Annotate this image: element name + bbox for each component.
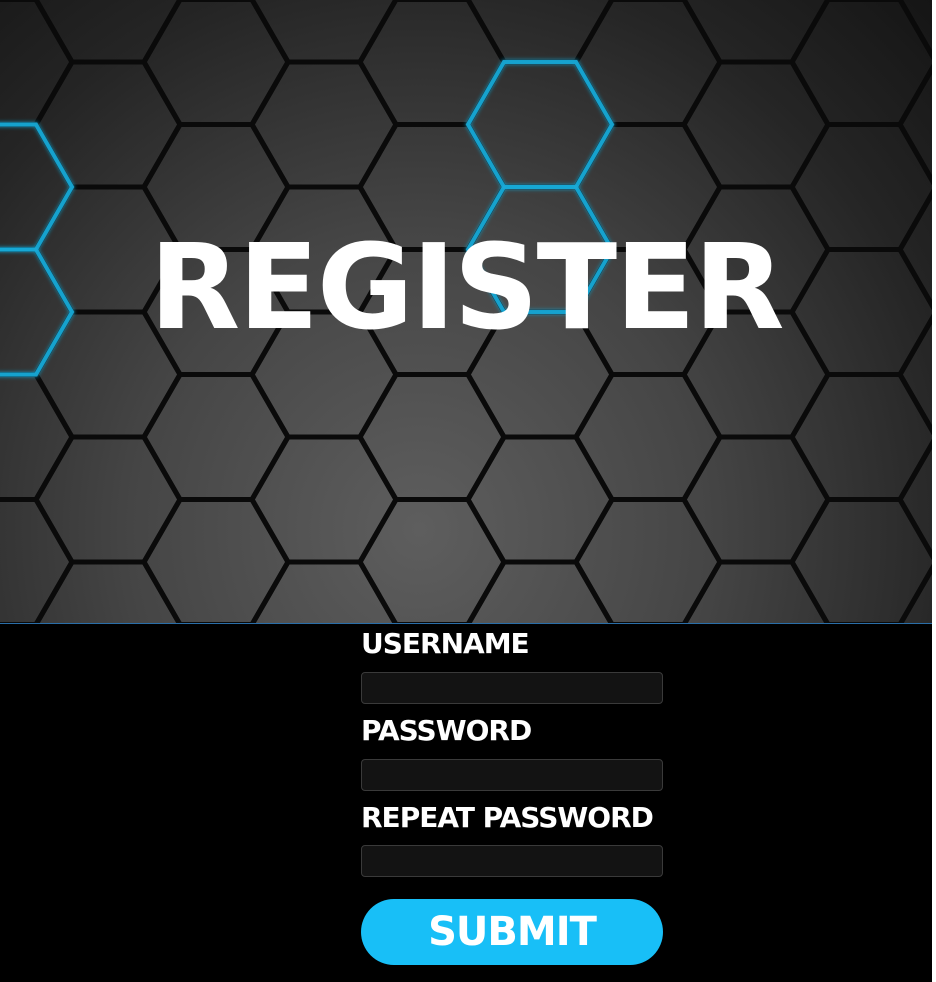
password-input[interactable]	[361, 759, 663, 791]
scrollbar-gutter	[932, 0, 936, 982]
hero-banner: REGISTER	[0, 0, 932, 623]
submit-button[interactable]: SUBMIT	[361, 899, 663, 965]
divider	[0, 623, 936, 624]
username-label: USERNAME	[361, 627, 530, 660]
password-label: PASSWORD	[361, 714, 532, 747]
username-input[interactable]	[361, 672, 663, 704]
repeat-password-label: REPEAT PASSWORD	[361, 801, 654, 834]
repeat-password-input[interactable]	[361, 845, 663, 877]
page-title: REGISTER	[149, 218, 784, 356]
